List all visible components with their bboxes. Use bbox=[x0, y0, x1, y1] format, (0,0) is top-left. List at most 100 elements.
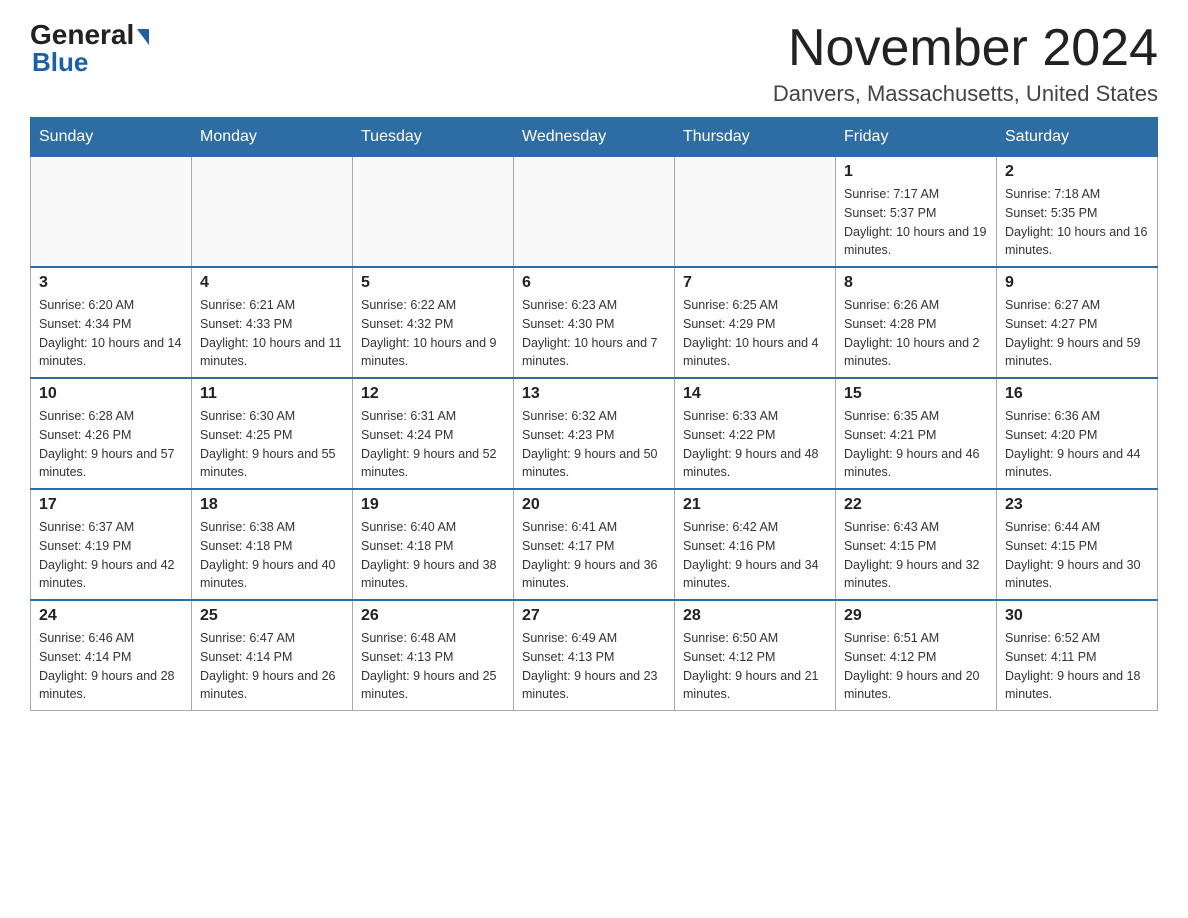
day-number: 17 bbox=[39, 496, 183, 514]
day-number: 10 bbox=[39, 385, 183, 403]
table-row: 15 Sunrise: 6:35 AM Sunset: 4:21 PM Dayl… bbox=[836, 378, 997, 489]
cell-info: Sunrise: 6:21 AM Sunset: 4:33 PM Dayligh… bbox=[200, 296, 344, 371]
table-row bbox=[675, 157, 836, 268]
day-number: 29 bbox=[844, 607, 988, 625]
calendar-table: Sunday Monday Tuesday Wednesday Thursday… bbox=[30, 117, 1158, 711]
sunrise-text: Sunrise: 6:26 AM bbox=[844, 296, 988, 315]
daylight-text: Daylight: 9 hours and 20 minutes. bbox=[844, 667, 988, 705]
sunrise-text: Sunrise: 6:46 AM bbox=[39, 629, 183, 648]
cell-info: Sunrise: 6:27 AM Sunset: 4:27 PM Dayligh… bbox=[1005, 296, 1149, 371]
sunset-text: Sunset: 4:12 PM bbox=[683, 648, 827, 667]
table-row: 8 Sunrise: 6:26 AM Sunset: 4:28 PM Dayli… bbox=[836, 267, 997, 378]
sunset-text: Sunset: 4:28 PM bbox=[844, 315, 988, 334]
cell-info: Sunrise: 6:20 AM Sunset: 4:34 PM Dayligh… bbox=[39, 296, 183, 371]
table-row bbox=[514, 157, 675, 268]
daylight-text: Daylight: 9 hours and 36 minutes. bbox=[522, 556, 666, 594]
table-row: 3 Sunrise: 6:20 AM Sunset: 4:34 PM Dayli… bbox=[31, 267, 192, 378]
daylight-text: Daylight: 9 hours and 46 minutes. bbox=[844, 445, 988, 483]
table-row: 19 Sunrise: 6:40 AM Sunset: 4:18 PM Dayl… bbox=[353, 489, 514, 600]
day-number: 13 bbox=[522, 385, 666, 403]
table-row: 7 Sunrise: 6:25 AM Sunset: 4:29 PM Dayli… bbox=[675, 267, 836, 378]
sunset-text: Sunset: 4:20 PM bbox=[1005, 426, 1149, 445]
daylight-text: Daylight: 9 hours and 30 minutes. bbox=[1005, 556, 1149, 594]
cell-info: Sunrise: 6:42 AM Sunset: 4:16 PM Dayligh… bbox=[683, 518, 827, 593]
day-number: 24 bbox=[39, 607, 183, 625]
day-number: 15 bbox=[844, 385, 988, 403]
daylight-text: Daylight: 9 hours and 55 minutes. bbox=[200, 445, 344, 483]
sunset-text: Sunset: 4:29 PM bbox=[683, 315, 827, 334]
day-number: 4 bbox=[200, 274, 344, 292]
cell-info: Sunrise: 6:32 AM Sunset: 4:23 PM Dayligh… bbox=[522, 407, 666, 482]
day-number: 22 bbox=[844, 496, 988, 514]
sunrise-text: Sunrise: 6:28 AM bbox=[39, 407, 183, 426]
sunrise-text: Sunrise: 6:22 AM bbox=[361, 296, 505, 315]
table-row: 4 Sunrise: 6:21 AM Sunset: 4:33 PM Dayli… bbox=[192, 267, 353, 378]
cell-info: Sunrise: 6:47 AM Sunset: 4:14 PM Dayligh… bbox=[200, 629, 344, 704]
cell-info: Sunrise: 6:25 AM Sunset: 4:29 PM Dayligh… bbox=[683, 296, 827, 371]
sunset-text: Sunset: 4:15 PM bbox=[844, 537, 988, 556]
day-number: 21 bbox=[683, 496, 827, 514]
daylight-text: Daylight: 9 hours and 44 minutes. bbox=[1005, 445, 1149, 483]
sunrise-text: Sunrise: 6:27 AM bbox=[1005, 296, 1149, 315]
daylight-text: Daylight: 9 hours and 48 minutes. bbox=[683, 445, 827, 483]
cell-info: Sunrise: 7:18 AM Sunset: 5:35 PM Dayligh… bbox=[1005, 185, 1149, 260]
table-row: 21 Sunrise: 6:42 AM Sunset: 4:16 PM Dayl… bbox=[675, 489, 836, 600]
header-wednesday: Wednesday bbox=[514, 118, 675, 157]
cell-info: Sunrise: 6:46 AM Sunset: 4:14 PM Dayligh… bbox=[39, 629, 183, 704]
sunset-text: Sunset: 4:18 PM bbox=[200, 537, 344, 556]
table-row: 25 Sunrise: 6:47 AM Sunset: 4:14 PM Dayl… bbox=[192, 600, 353, 711]
table-row: 29 Sunrise: 6:51 AM Sunset: 4:12 PM Dayl… bbox=[836, 600, 997, 711]
daylight-text: Daylight: 9 hours and 25 minutes. bbox=[361, 667, 505, 705]
sunrise-text: Sunrise: 6:37 AM bbox=[39, 518, 183, 537]
cell-info: Sunrise: 6:52 AM Sunset: 4:11 PM Dayligh… bbox=[1005, 629, 1149, 704]
sunrise-text: Sunrise: 6:49 AM bbox=[522, 629, 666, 648]
table-row: 26 Sunrise: 6:48 AM Sunset: 4:13 PM Dayl… bbox=[353, 600, 514, 711]
sunrise-text: Sunrise: 6:51 AM bbox=[844, 629, 988, 648]
cell-info: Sunrise: 6:37 AM Sunset: 4:19 PM Dayligh… bbox=[39, 518, 183, 593]
sunrise-text: Sunrise: 6:52 AM bbox=[1005, 629, 1149, 648]
sunset-text: Sunset: 4:14 PM bbox=[200, 648, 344, 667]
sunset-text: Sunset: 4:14 PM bbox=[39, 648, 183, 667]
table-row: 5 Sunrise: 6:22 AM Sunset: 4:32 PM Dayli… bbox=[353, 267, 514, 378]
sunrise-text: Sunrise: 6:38 AM bbox=[200, 518, 344, 537]
day-number: 9 bbox=[1005, 274, 1149, 292]
table-row: 28 Sunrise: 6:50 AM Sunset: 4:12 PM Dayl… bbox=[675, 600, 836, 711]
table-row: 10 Sunrise: 6:28 AM Sunset: 4:26 PM Dayl… bbox=[31, 378, 192, 489]
table-row: 16 Sunrise: 6:36 AM Sunset: 4:20 PM Dayl… bbox=[997, 378, 1158, 489]
table-row: 22 Sunrise: 6:43 AM Sunset: 4:15 PM Dayl… bbox=[836, 489, 997, 600]
day-number: 28 bbox=[683, 607, 827, 625]
sunset-text: Sunset: 4:21 PM bbox=[844, 426, 988, 445]
calendar-title: November 2024 bbox=[773, 20, 1158, 77]
sunrise-text: Sunrise: 6:48 AM bbox=[361, 629, 505, 648]
table-row: 17 Sunrise: 6:37 AM Sunset: 4:19 PM Dayl… bbox=[31, 489, 192, 600]
sunset-text: Sunset: 4:11 PM bbox=[1005, 648, 1149, 667]
daylight-text: Daylight: 9 hours and 57 minutes. bbox=[39, 445, 183, 483]
day-number: 19 bbox=[361, 496, 505, 514]
sunrise-text: Sunrise: 6:33 AM bbox=[683, 407, 827, 426]
day-number: 5 bbox=[361, 274, 505, 292]
sunrise-text: Sunrise: 6:36 AM bbox=[1005, 407, 1149, 426]
cell-info: Sunrise: 6:36 AM Sunset: 4:20 PM Dayligh… bbox=[1005, 407, 1149, 482]
daylight-text: Daylight: 10 hours and 2 minutes. bbox=[844, 334, 988, 372]
sunrise-text: Sunrise: 6:43 AM bbox=[844, 518, 988, 537]
day-number: 3 bbox=[39, 274, 183, 292]
table-row: 23 Sunrise: 6:44 AM Sunset: 4:15 PM Dayl… bbox=[997, 489, 1158, 600]
cell-info: Sunrise: 6:31 AM Sunset: 4:24 PM Dayligh… bbox=[361, 407, 505, 482]
table-row: 30 Sunrise: 6:52 AM Sunset: 4:11 PM Dayl… bbox=[997, 600, 1158, 711]
daylight-text: Daylight: 10 hours and 19 minutes. bbox=[844, 223, 988, 261]
title-area: November 2024 Danvers, Massachusetts, Un… bbox=[773, 20, 1158, 107]
day-number: 7 bbox=[683, 274, 827, 292]
sunset-text: Sunset: 4:33 PM bbox=[200, 315, 344, 334]
cell-info: Sunrise: 6:33 AM Sunset: 4:22 PM Dayligh… bbox=[683, 407, 827, 482]
day-number: 26 bbox=[361, 607, 505, 625]
daylight-text: Daylight: 10 hours and 16 minutes. bbox=[1005, 223, 1149, 261]
weekday-header-row: Sunday Monday Tuesday Wednesday Thursday… bbox=[31, 118, 1158, 157]
day-number: 30 bbox=[1005, 607, 1149, 625]
table-row: 24 Sunrise: 6:46 AM Sunset: 4:14 PM Dayl… bbox=[31, 600, 192, 711]
calendar-subtitle: Danvers, Massachusetts, United States bbox=[773, 81, 1158, 107]
day-number: 20 bbox=[522, 496, 666, 514]
daylight-text: Daylight: 9 hours and 21 minutes. bbox=[683, 667, 827, 705]
daylight-text: Daylight: 9 hours and 38 minutes. bbox=[361, 556, 505, 594]
cell-info: Sunrise: 6:48 AM Sunset: 4:13 PM Dayligh… bbox=[361, 629, 505, 704]
table-row: 20 Sunrise: 6:41 AM Sunset: 4:17 PM Dayl… bbox=[514, 489, 675, 600]
